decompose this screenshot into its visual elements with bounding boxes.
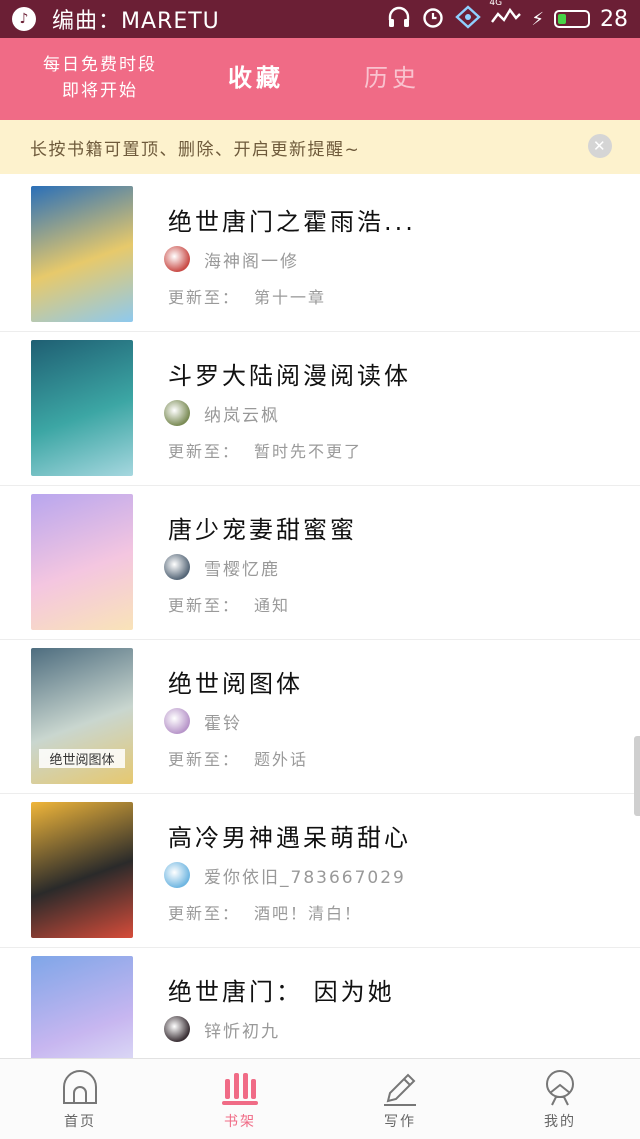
book-title[interactable]: 绝世阅图体 bbox=[168, 664, 303, 699]
book-item[interactable]: 斗罗大陆阅漫阅读体纳岚云枫更新至： 暂时先不更了 bbox=[0, 332, 640, 486]
author-name: 海神阁一修 bbox=[204, 251, 299, 272]
tab-write-label: 写作 bbox=[384, 1114, 416, 1130]
charging-icon: ⚡ bbox=[531, 8, 544, 30]
author-name: 锌忻初九 bbox=[204, 1021, 280, 1042]
app-header: 每日免费时段 即将开始 收藏 历史 bbox=[0, 38, 640, 120]
update-info: 更新至： 第十一章 bbox=[168, 284, 326, 308]
book-item[interactable]: 绝世唐门之霍雨浩... 海神阁一修更新至： 第十一章 bbox=[0, 178, 640, 332]
author-name: 霍铃 bbox=[204, 713, 242, 734]
author-name: 纳岚云枫 bbox=[204, 405, 280, 426]
book-cover[interactable] bbox=[31, 956, 133, 1060]
update-chapter: 第十一章 bbox=[254, 288, 327, 307]
book-cover[interactable] bbox=[31, 340, 133, 476]
book-item[interactable]: 唐少宠妻甜蜜蜜雪樱忆鹿更新至： 通知 bbox=[0, 486, 640, 640]
book-item[interactable]: 绝世唐门： 因为她锌忻初九更新至： bbox=[0, 948, 640, 1060]
update-label: 更新至： bbox=[168, 596, 241, 615]
wifi-icon: 4G bbox=[489, 0, 522, 33]
author-avatar bbox=[164, 708, 190, 734]
update-chapter: 酒吧！清白！ bbox=[254, 904, 363, 923]
book-cover[interactable] bbox=[31, 494, 133, 630]
tab-home-label: 首页 bbox=[64, 1114, 96, 1130]
tab-profile-label: 我的 bbox=[544, 1114, 576, 1130]
tab-write[interactable]: 写作 bbox=[320, 1059, 480, 1139]
update-info: 更新至： 酒吧！清白！ bbox=[168, 900, 362, 924]
update-label: 更新至： bbox=[168, 904, 241, 923]
update-label: 更新至： bbox=[168, 442, 241, 461]
cover-caption: 绝世阅图体 bbox=[39, 749, 125, 768]
update-chapter: 题外话 bbox=[254, 750, 309, 769]
book-title[interactable]: 高冷男神遇呆萌甜心 bbox=[168, 818, 411, 853]
book-cover[interactable]: 绝世阅图体 bbox=[31, 648, 133, 784]
tab-profile[interactable]: 我的 bbox=[480, 1059, 640, 1139]
scrollbar[interactable] bbox=[634, 736, 640, 816]
author-row: 爱你依旧_783667029 bbox=[164, 862, 406, 888]
update-chapter: 暂时先不更了 bbox=[254, 442, 363, 461]
book-item[interactable]: 绝世阅图体 绝世阅图体 霍铃 更新至： 题外话 bbox=[0, 640, 640, 794]
author-row: 纳岚云枫 bbox=[164, 400, 280, 426]
author-avatar bbox=[164, 554, 190, 580]
signal-icon bbox=[455, 4, 482, 34]
author-avatar bbox=[164, 1016, 190, 1042]
author-row: 霍铃 bbox=[164, 708, 242, 734]
book-title[interactable]: 绝世唐门之霍雨浩... bbox=[168, 202, 416, 237]
author-row: 锌忻初九 bbox=[164, 1016, 280, 1042]
promo-line-1: 每日免费时段 bbox=[43, 55, 157, 75]
status-bar: ♪ 编曲：MARETU 4G ⚡ 28 bbox=[0, 0, 640, 38]
author-row: 海神阁一修 bbox=[164, 246, 299, 272]
battery-icon bbox=[554, 10, 590, 28]
book-title[interactable]: 斗罗大陆阅漫阅读体 bbox=[168, 356, 411, 391]
app-icon: ♪ bbox=[12, 7, 36, 31]
book-cover[interactable] bbox=[31, 802, 133, 938]
update-label: 更新至： bbox=[168, 288, 241, 307]
author-avatar bbox=[164, 246, 190, 272]
update-info: 更新至： 题外话 bbox=[168, 746, 308, 770]
tab-bookshelf[interactable]: 书架 bbox=[160, 1059, 320, 1139]
free-time-promo[interactable]: 每日免费时段 即将开始 bbox=[20, 52, 180, 104]
network-label: 4G bbox=[489, 0, 503, 8]
pencil-icon bbox=[384, 1073, 416, 1106]
author-row: 雪樱忆鹿 bbox=[164, 554, 280, 580]
author-avatar bbox=[164, 400, 190, 426]
update-info: 更新至： 暂时先不更了 bbox=[168, 438, 362, 462]
alarm-icon bbox=[421, 5, 445, 34]
home-icon bbox=[63, 1070, 97, 1104]
close-icon[interactable]: ✕ bbox=[588, 134, 612, 158]
book-list: 绝世唐门之霍雨浩... 海神阁一修 更新至： 第十一章 斗罗大陆阅漫阅读体 纳岚云枫 更新至… bbox=[0, 178, 640, 1060]
status-app-name: 编曲：MARETU bbox=[52, 9, 220, 34]
tab-home[interactable]: 首页 bbox=[0, 1059, 160, 1139]
book-cover[interactable] bbox=[31, 186, 133, 322]
battery-level: 28 bbox=[600, 6, 628, 32]
author-name: 雪樱忆鹿 bbox=[204, 559, 280, 580]
promo-line-2: 即将开始 bbox=[62, 81, 138, 101]
profile-icon bbox=[546, 1070, 574, 1106]
author-avatar bbox=[164, 862, 190, 888]
update-chapter: 通知 bbox=[254, 596, 291, 615]
status-icons: 4G ⚡ 28 bbox=[387, 0, 628, 34]
update-label: 更新至： bbox=[168, 750, 241, 769]
bottom-tab-bar: 首页 书架 写作 我的 bbox=[0, 1058, 640, 1139]
notice-text: 长按书籍可置顶、删除、开启更新提醒~ bbox=[30, 139, 361, 160]
tab-favorites[interactable]: 收藏 bbox=[228, 58, 284, 93]
bookshelf-icon bbox=[222, 1073, 258, 1105]
battery-fill bbox=[558, 14, 566, 24]
book-item[interactable]: 高冷男神遇呆萌甜心爱你依旧_783667029 更新至： 酒吧！清白！ bbox=[0, 794, 640, 948]
author-name: 爱你依旧_783667029 bbox=[204, 867, 406, 888]
headphones-icon bbox=[387, 6, 411, 33]
tab-history[interactable]: 历史 bbox=[364, 58, 420, 93]
notice-banner: 长按书籍可置顶、删除、开启更新提醒~ ✕ bbox=[0, 120, 640, 174]
book-title[interactable]: 绝世唐门： 因为她 bbox=[168, 972, 395, 1007]
book-title[interactable]: 唐少宠妻甜蜜蜜 bbox=[168, 510, 357, 545]
tab-bookshelf-label: 书架 bbox=[224, 1114, 256, 1130]
update-info: 更新至： 通知 bbox=[168, 592, 290, 616]
